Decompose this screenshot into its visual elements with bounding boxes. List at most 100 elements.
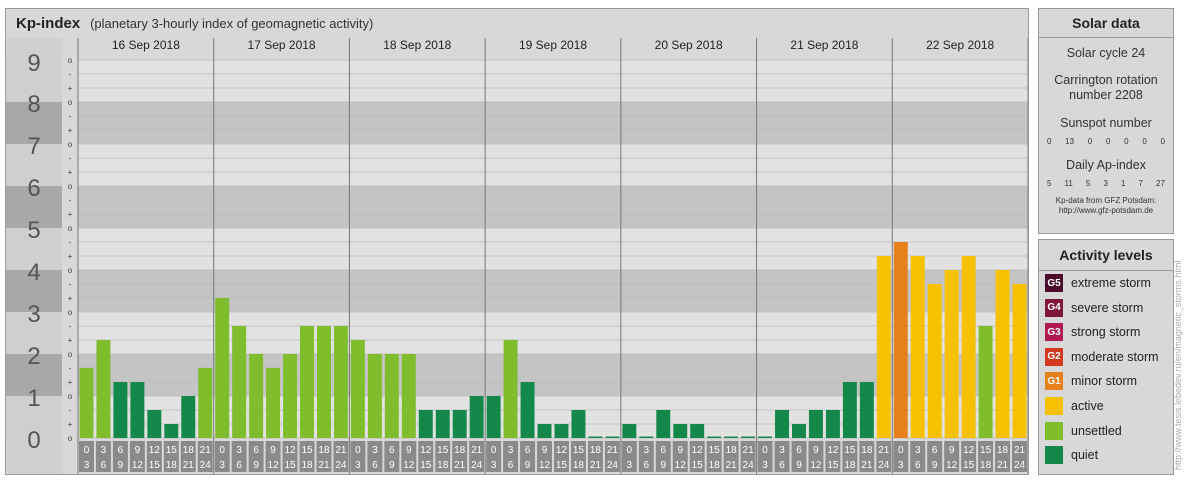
interval-start-label: 6 <box>932 445 938 456</box>
interval-start-label: 12 <box>963 445 975 456</box>
activity-level-row: G5 extreme storm <box>1045 273 1151 293</box>
y-tick-label: 5 <box>27 217 40 244</box>
y-subtick-label: + <box>68 378 73 387</box>
y-subtick-label: - <box>69 238 72 247</box>
interval-start-label: 3 <box>372 445 378 456</box>
y-tick-label: 7 <box>27 133 40 160</box>
kp-bar <box>961 256 976 438</box>
day-label: 21 Sep 2018 <box>790 38 858 52</box>
y-subtick-label: + <box>68 168 73 177</box>
kp-bar <box>520 382 535 438</box>
kp-bar <box>181 396 196 438</box>
activity-level-row: unsettled <box>1045 421 1122 441</box>
interval-end-label: 21 <box>726 460 738 471</box>
y-subtick-label: o <box>68 56 73 65</box>
kp-bar <box>741 436 756 438</box>
kp-bar <box>384 354 399 438</box>
kp-bar <box>707 436 722 438</box>
interval-end-label: 18 <box>709 460 721 471</box>
kp-bar <box>775 409 789 438</box>
interval-end-label: 24 <box>200 460 212 471</box>
interval-end-label: 24 <box>607 460 619 471</box>
activity-color-swatch <box>1045 397 1063 415</box>
interval-end-label: 9 <box>389 460 395 471</box>
interval-start-label: 18 <box>590 445 602 456</box>
interval-end-label: 15 <box>420 460 432 471</box>
interval-end-label: 18 <box>437 460 449 471</box>
kp-bar <box>842 382 857 438</box>
interval-end-label: 18 <box>844 460 856 471</box>
interval-end-label: 3 <box>355 460 361 471</box>
interval-end-label: 12 <box>946 460 958 471</box>
interval-start-label: 3 <box>101 445 107 456</box>
interval-end-label: 9 <box>932 460 938 471</box>
interval-end-label: 24 <box>878 460 890 471</box>
y-subtick-label: o <box>68 140 73 149</box>
kp-bar <box>656 409 671 438</box>
y-subtick-label: - <box>69 406 72 415</box>
kp-bar <box>333 325 348 438</box>
sunspot-value: 0 <box>1105 137 1111 146</box>
interval-end-label: 21 <box>997 460 1009 471</box>
interval-end-label: 3 <box>84 460 90 471</box>
interval-start-label: 12 <box>692 445 704 456</box>
y-tick-label: 6 <box>27 175 40 202</box>
interval-start-label: 12 <box>556 445 568 456</box>
activity-color-swatch: G2 <box>1045 347 1063 366</box>
day-label: 16 Sep 2018 <box>112 38 180 52</box>
interval-end-label: 12 <box>539 460 551 471</box>
y-subtick-label: + <box>68 336 73 345</box>
kp-bar <box>232 325 247 438</box>
activity-level-row: G4 severe storm <box>1045 298 1143 318</box>
interval-start-label: 21 <box>743 445 755 456</box>
activity-level-row: G3 strong storm <box>1045 322 1140 342</box>
interval-start-label: 21 <box>607 445 619 456</box>
kp-bar <box>147 409 162 438</box>
kp-bar <box>639 436 654 438</box>
y-subtick-label: - <box>69 70 72 79</box>
interval-end-label: 15 <box>827 460 839 471</box>
interval-end-label: 6 <box>101 460 107 471</box>
interval-start-label: 0 <box>219 445 225 456</box>
kp-bar <box>452 409 467 438</box>
activity-level-row: active <box>1045 396 1104 416</box>
source-watermark: http://www.tesis.lebedev.ru/en/magnetic_… <box>1173 260 1183 470</box>
kp-bar <box>571 409 586 438</box>
interval-end-label: 3 <box>898 460 904 471</box>
y-band-6 <box>78 144 1028 186</box>
activity-levels-title: Activity levels <box>1039 240 1173 271</box>
interval-start-label: 0 <box>762 445 768 456</box>
kp-bar <box>486 396 501 438</box>
y-subtick-label: + <box>68 84 73 93</box>
kp-bar <box>283 354 298 438</box>
kp-bar <box>978 325 993 438</box>
carrington-line-2: number 2208 <box>1069 88 1143 102</box>
interval-start-label: 0 <box>627 445 633 456</box>
y-subtick-label: o <box>68 392 73 401</box>
interval-start-label: 0 <box>84 445 90 456</box>
interval-end-label: 15 <box>556 460 568 471</box>
interval-start-label: 9 <box>406 445 412 456</box>
y-tick-label: 8 <box>27 91 40 118</box>
activity-level-label: moderate storm <box>1071 349 1159 364</box>
day-label: 19 Sep 2018 <box>519 38 587 52</box>
y-tick-label: 3 <box>27 301 40 328</box>
interval-end-label: 24 <box>335 460 347 471</box>
interval-start-label: 0 <box>898 445 904 456</box>
y-tick-label: 0 <box>27 427 40 454</box>
interval-end-label: 12 <box>810 460 822 471</box>
ap-value: 3 <box>1103 179 1108 188</box>
y-subtick-label: + <box>68 126 73 135</box>
kp-bar <box>469 396 484 438</box>
interval-start-label: 15 <box>301 445 313 456</box>
interval-end-label: 6 <box>779 460 785 471</box>
kp-bar <box>1012 283 1027 438</box>
day-label: 22 Sep 2018 <box>926 38 994 52</box>
kp-bar <box>893 241 908 438</box>
solar-data-panel: Solar data Solar cycle 24 Carrington rot… <box>1038 8 1174 234</box>
interval-start-label: 15 <box>573 445 585 456</box>
kp-bar <box>622 424 637 438</box>
y-tick-label: 4 <box>27 259 40 286</box>
activity-color-swatch: G5 <box>1045 274 1063 292</box>
interval-start-label: 18 <box>726 445 738 456</box>
